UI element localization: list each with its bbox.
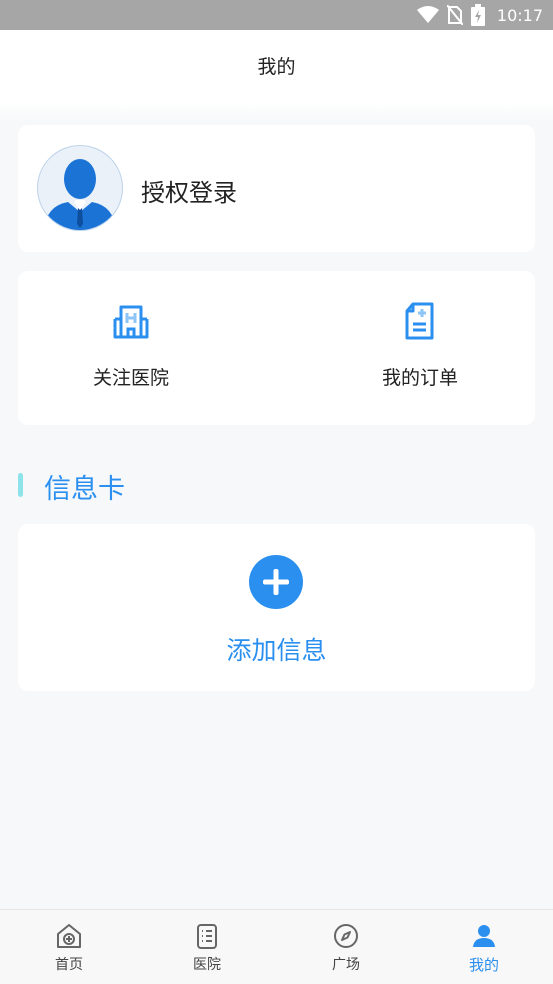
compass-icon bbox=[332, 922, 360, 950]
info-card-section-title: 信息卡 bbox=[44, 474, 125, 505]
tab-mine[interactable]: 我的 bbox=[434, 910, 534, 984]
profile-card[interactable]: 授权登录 bbox=[18, 125, 535, 252]
tab-hospital-label: 医院 bbox=[193, 957, 221, 973]
shortcuts-card: 关注医院 我的订单 bbox=[18, 271, 535, 425]
status-icons: 10:17 bbox=[416, 0, 543, 30]
tab-square-label: 广场 bbox=[332, 957, 360, 973]
followed-hospitals-button[interactable]: 关注医院 bbox=[51, 301, 211, 390]
user-icon bbox=[470, 922, 498, 950]
followed-hospitals-label: 关注医院 bbox=[92, 367, 169, 389]
my-orders-label: 我的订单 bbox=[381, 367, 458, 389]
header-fade bbox=[0, 102, 553, 122]
no-sim-icon bbox=[446, 5, 463, 25]
page-header: 我的 bbox=[0, 30, 553, 102]
tab-hospital[interactable]: 医院 bbox=[157, 910, 257, 984]
page-title: 我的 bbox=[257, 56, 296, 78]
section-marker bbox=[18, 473, 23, 497]
authorize-login-label[interactable]: 授权登录 bbox=[141, 173, 237, 208]
hospital-building-icon bbox=[111, 301, 151, 341]
battery-charging-icon bbox=[470, 4, 485, 26]
avatar[interactable] bbox=[37, 145, 123, 231]
tab-mine-label: 我的 bbox=[468, 956, 499, 974]
add-plus-icon[interactable] bbox=[249, 555, 303, 609]
clipboard-icon bbox=[193, 922, 221, 950]
tab-square[interactable]: 广场 bbox=[296, 910, 396, 984]
home-icon bbox=[55, 922, 83, 950]
bottom-tab-bar: 首页 医院 广场 我的 bbox=[0, 909, 553, 984]
order-document-icon bbox=[400, 301, 440, 341]
wifi-icon bbox=[416, 6, 439, 23]
tab-home[interactable]: 首页 bbox=[19, 910, 119, 984]
add-info-label[interactable]: 添加信息 bbox=[18, 631, 535, 667]
clock-time: 10:17 bbox=[496, 5, 543, 25]
add-info-card[interactable]: 添加信息 bbox=[18, 524, 535, 691]
user-avatar-icon bbox=[44, 159, 116, 230]
tab-home-label: 首页 bbox=[55, 957, 83, 973]
status-bar: 10:17 bbox=[0, 0, 553, 30]
my-orders-button[interactable]: 我的订单 bbox=[340, 301, 500, 390]
